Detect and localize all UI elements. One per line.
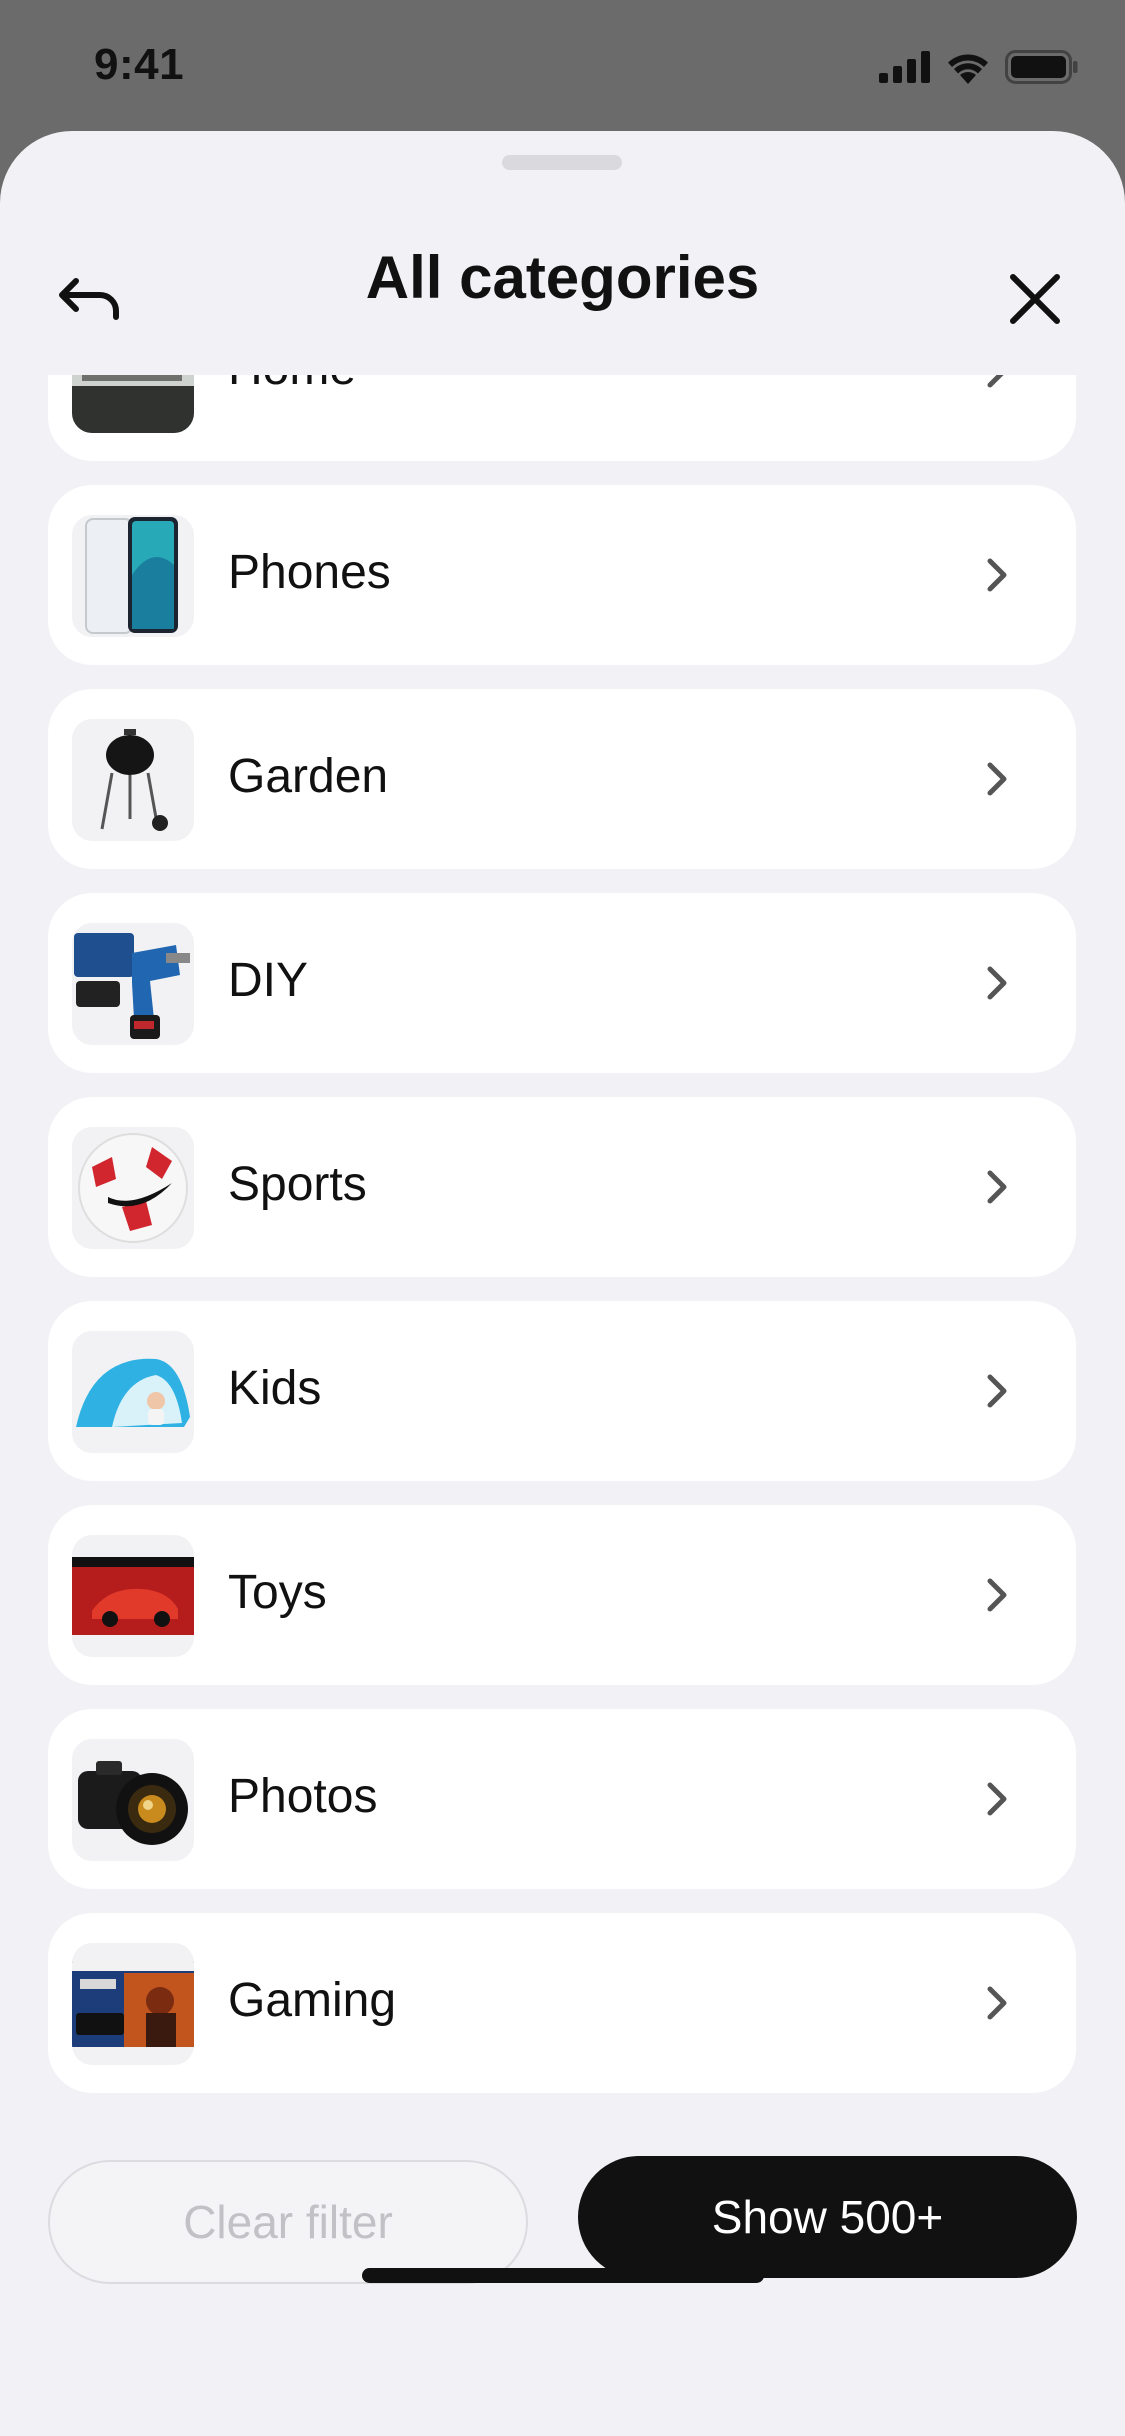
category-row-home[interactable]: Home [48,375,1076,461]
category-label: Photos [228,1770,378,1823]
show-results-button[interactable]: Show 500+ [578,2156,1077,2278]
gaming-thumbnail [72,1943,194,2065]
category-row-toys[interactable]: Toys [48,1505,1076,1685]
photos-thumbnail [72,1739,194,1861]
chevron-right-icon [987,1374,1007,1408]
category-row-sports[interactable]: Sports [48,1097,1076,1277]
clear-filter-button[interactable]: Clear filter [48,2160,528,2284]
home-indicator[interactable] [362,2268,764,2283]
wifi-icon [945,50,991,89]
category-list[interactable]: Home Phones [0,375,1125,2235]
category-label: Toys [228,1566,327,1619]
status-bar: 9:41 [0,0,1125,135]
chevron-right-icon [987,1986,1007,2020]
category-row-phones[interactable]: Phones [48,485,1076,665]
status-time: 9:41 [94,40,185,89]
category-label: Home [228,375,356,396]
category-label: Kids [228,1362,322,1415]
category-label: Gaming [228,1974,397,2027]
chevron-right-icon [987,966,1007,1000]
sheet-grabber[interactable] [502,155,622,170]
category-label: Phones [228,546,391,599]
category-label: DIY [228,954,309,1007]
home-thumbnail [72,375,194,433]
category-row-kids[interactable]: Kids [48,1301,1076,1481]
page-title: All categories [365,244,760,311]
category-row-gaming[interactable]: Gaming [48,1913,1076,2093]
kids-thumbnail [72,1331,194,1453]
chevron-right-icon [987,762,1007,796]
chevron-right-icon [987,1782,1007,1816]
diy-thumbnail [72,923,194,1045]
status-icons [879,50,1079,89]
sports-thumbnail [72,1127,194,1249]
chevron-right-icon [987,375,1004,388]
category-row-garden[interactable]: Garden [48,689,1076,869]
category-label: Sports [228,1158,367,1211]
battery-icon [1005,50,1079,89]
category-row-photos[interactable]: Photos [48,1709,1076,1889]
phones-thumbnail [72,515,194,637]
category-sheet: All categories Home [0,131,1125,2436]
garden-thumbnail [72,719,194,841]
category-label: Garden [228,750,389,803]
chevron-right-icon [987,1578,1007,1612]
cellular-signal-icon [879,51,931,88]
close-icon [1010,274,1060,324]
chevron-right-icon [987,558,1007,592]
close-button[interactable] [995,259,1075,339]
chevron-right-icon [987,1170,1007,1204]
category-row-diy[interactable]: DIY [48,893,1076,1073]
toys-thumbnail [72,1535,194,1657]
